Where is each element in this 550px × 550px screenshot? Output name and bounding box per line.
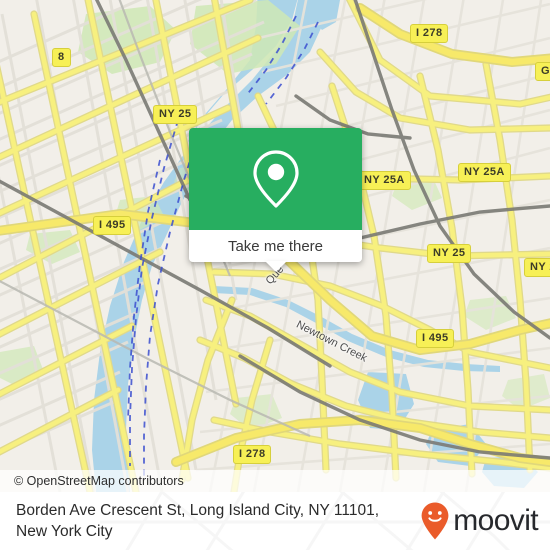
highway-shield[interactable]: NY 25A (358, 171, 411, 190)
map-pin-icon (252, 150, 299, 208)
popup-tail (264, 261, 287, 272)
take-me-there-label: Take me there (227, 237, 324, 255)
highway-shield[interactable]: I 495 (93, 216, 132, 235)
highway-shield[interactable]: NY 25A (458, 163, 511, 182)
popup-footer[interactable]: Take me there (189, 230, 362, 272)
highway-shield[interactable]: 8 (52, 48, 71, 67)
location-caption: Borden Ave Crescent St, Long Island City… (16, 502, 380, 540)
highway-shield[interactable]: I 278 (233, 445, 272, 464)
highway-shield[interactable]: I 495 (416, 329, 455, 348)
moovit-logo[interactable]: moovit (420, 501, 539, 541)
highway-shield[interactable]: I 278 (410, 24, 449, 43)
moovit-wordmark: moovit (453, 504, 538, 537)
osm-attribution[interactable]: © OpenStreetMap contributors (0, 470, 550, 492)
moovit-pin-icon (421, 502, 449, 540)
highway-shield[interactable]: NY 25 (153, 105, 198, 124)
highway-shield[interactable]: NY 2 (524, 258, 550, 277)
take-me-there-popup[interactable]: Take me there (189, 128, 362, 272)
osm-attribution-text: © OpenStreetMap contributors (14, 474, 184, 488)
highway-shield[interactable]: GC (535, 62, 550, 81)
page-footer: Borden Ave Crescent St, Long Island City… (0, 492, 550, 550)
highway-shield[interactable]: NY 25 (427, 244, 472, 263)
map-screenshot: 8 NY 25 I 278 GC NY 25A NY 25A I 495 NY … (0, 0, 550, 550)
popup-header (189, 128, 362, 230)
